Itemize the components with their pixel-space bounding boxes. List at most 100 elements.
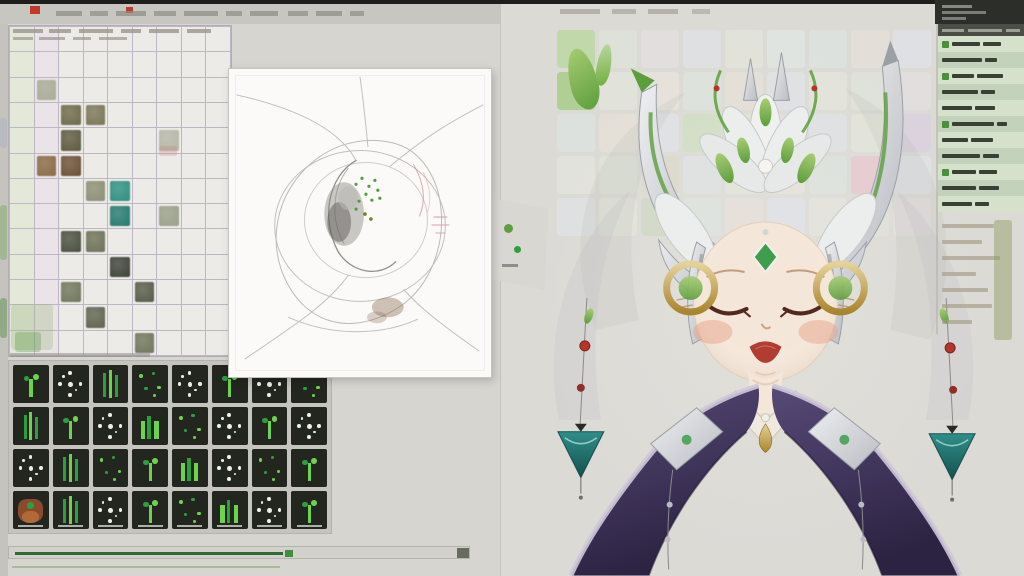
sheet-cell[interactable] [108, 331, 132, 355]
sheet-thumbnail[interactable] [86, 181, 106, 201]
sheet-cell[interactable] [10, 78, 34, 102]
asset-tile-snow[interactable] [93, 407, 129, 445]
sheet-cell[interactable] [108, 305, 132, 329]
sheet-cell[interactable] [157, 204, 181, 228]
asset-tile-snow[interactable] [172, 365, 208, 403]
sheet-cell[interactable] [10, 255, 34, 279]
asset-tile-sprout[interactable] [252, 407, 288, 445]
asset-tile-snow[interactable] [93, 491, 129, 529]
sheet-cell[interactable] [59, 280, 83, 304]
sheet-cell[interactable] [84, 204, 108, 228]
property-row[interactable] [938, 180, 1024, 196]
asset-tile-plantTall[interactable] [13, 407, 49, 445]
sheet-thumbnail[interactable] [61, 130, 81, 150]
sheet-cell[interactable] [133, 179, 157, 203]
property-row[interactable] [938, 68, 1024, 84]
sheet-cell[interactable] [10, 128, 34, 152]
sheet-thumbnail[interactable] [86, 307, 106, 327]
asset-tile-dots[interactable] [172, 491, 208, 529]
sheet-cell[interactable] [59, 154, 83, 178]
sheet-cell[interactable] [182, 229, 206, 253]
sheet-cell[interactable] [206, 154, 230, 178]
sheet-cell[interactable] [10, 229, 34, 253]
property-row[interactable] [938, 196, 1024, 212]
sheet-cell[interactable] [133, 331, 157, 355]
sheet-cell[interactable] [84, 229, 108, 253]
property-row[interactable] [938, 116, 1024, 132]
sheet-cell[interactable] [182, 128, 206, 152]
sheet-cell[interactable] [10, 179, 34, 203]
sheet-cell[interactable] [206, 280, 230, 304]
property-row[interactable] [938, 132, 1024, 148]
sheet-cell[interactable] [108, 229, 132, 253]
sheet-cell[interactable] [35, 103, 59, 127]
sheet-cell[interactable] [157, 331, 181, 355]
sheet-cell[interactable] [182, 78, 206, 102]
sheet-thumbnail[interactable] [110, 181, 130, 201]
sheet-cell[interactable] [108, 204, 132, 228]
canvas-flyout-tab[interactable] [490, 198, 548, 290]
sheet-thumbnail[interactable] [135, 282, 155, 302]
sheet-cell[interactable] [182, 52, 206, 76]
property-row[interactable] [938, 148, 1024, 164]
sheet-cell[interactable] [182, 179, 206, 203]
asset-tile-dots[interactable] [93, 449, 129, 487]
asset-tile-plantPair[interactable] [132, 407, 168, 445]
sheet-cell[interactable] [108, 52, 132, 76]
sheet-cell[interactable] [108, 103, 132, 127]
sheet-cell[interactable] [10, 52, 34, 76]
sheet-cell[interactable] [59, 255, 83, 279]
sheet-cell[interactable] [35, 179, 59, 203]
sheet-thumbnail[interactable] [86, 231, 106, 251]
sheet-cell[interactable] [133, 204, 157, 228]
asset-tile-sprout[interactable] [291, 491, 327, 529]
sheet-cell[interactable] [10, 103, 34, 127]
sheet-cell[interactable] [10, 280, 34, 304]
sheet-cell[interactable] [206, 204, 230, 228]
sheet-cell[interactable] [182, 255, 206, 279]
sheet-cell[interactable] [182, 204, 206, 228]
sheet-cell[interactable] [84, 154, 108, 178]
sheet-cell[interactable] [84, 280, 108, 304]
asset-tile-snow[interactable] [252, 491, 288, 529]
property-row[interactable] [938, 84, 1024, 100]
sheet-cell[interactable] [84, 179, 108, 203]
sheet-cell[interactable] [133, 255, 157, 279]
asset-tile-plantTall[interactable] [93, 365, 129, 403]
sheet-cell[interactable] [35, 229, 59, 253]
sheet-cell[interactable] [59, 103, 83, 127]
sheet-cell[interactable] [59, 52, 83, 76]
asset-tile-plantTall[interactable] [53, 491, 89, 529]
sheet-cell[interactable] [35, 280, 59, 304]
sheet-thumbnail[interactable] [110, 257, 130, 277]
asset-tile-plantPair[interactable] [172, 449, 208, 487]
sheet-cell[interactable] [157, 280, 181, 304]
sheet-cell[interactable] [59, 305, 83, 329]
asset-tile-snow[interactable] [53, 365, 89, 403]
scrollbar-handle[interactable] [457, 548, 469, 558]
sheet-cell[interactable] [182, 103, 206, 127]
sheet-cell[interactable] [133, 52, 157, 76]
sheet-cell[interactable] [157, 103, 181, 127]
sheet-cell[interactable] [206, 52, 230, 76]
sheet-cell[interactable] [157, 305, 181, 329]
sheet-cell[interactable] [84, 305, 108, 329]
sheet-cell[interactable] [182, 280, 206, 304]
sheet-cell[interactable] [35, 154, 59, 178]
horizontal-scrollbar[interactable] [8, 546, 470, 559]
asset-tile-plantTall[interactable] [53, 449, 89, 487]
sheet-cell[interactable] [35, 78, 59, 102]
sheet-cell[interactable] [84, 103, 108, 127]
sheet-thumbnail[interactable] [37, 80, 57, 100]
sheet-cell[interactable] [157, 154, 181, 178]
sheet-cell[interactable] [10, 154, 34, 178]
sheet-thumbnail[interactable] [159, 206, 179, 226]
sheet-cell[interactable] [10, 204, 34, 228]
sheet-cell[interactable] [157, 229, 181, 253]
sheet-cell[interactable] [157, 255, 181, 279]
sheet-cell[interactable] [206, 305, 230, 329]
sheet-cell[interactable] [59, 331, 83, 355]
asset-tile-dots[interactable] [132, 365, 168, 403]
asset-tile-dots[interactable] [252, 449, 288, 487]
sheet-thumbnail[interactable] [61, 156, 81, 176]
